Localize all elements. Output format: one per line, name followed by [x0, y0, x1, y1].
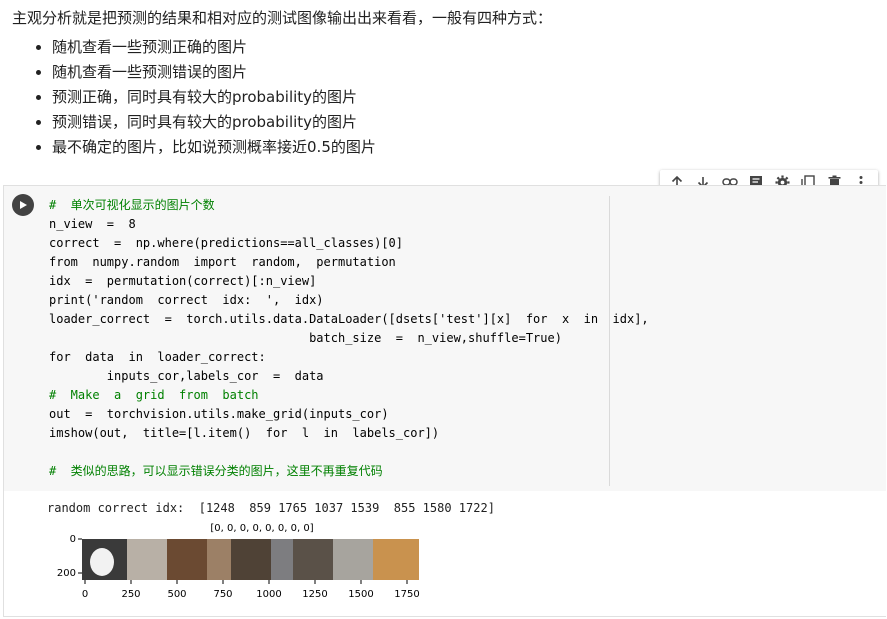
image-strip	[82, 539, 419, 580]
plot-title: [0, 0, 0, 0, 0, 0, 0, 0]	[210, 523, 313, 534]
x-tick-label: 0	[82, 589, 88, 600]
y-tick-label: 200	[57, 568, 76, 579]
code-cell: # 单次可视化显示的图片个数 n_view = 8 correct = np.w…	[3, 185, 886, 617]
play-icon	[20, 201, 27, 209]
list-item: 随机查看一些预测正确的图片	[52, 35, 872, 60]
x-tick-label: 500	[167, 589, 186, 600]
x-tick-label: 750	[213, 589, 232, 600]
markdown-cell: 主观分析就是把预测的结果和相对应的测试图像输出出来看看，一般有四种方式： 随机查…	[12, 6, 872, 160]
code-text: # 单次可视化显示的图片个数 n_view = 8 correct = np.w…	[49, 196, 649, 481]
cell-output: random correct idx: [1248 859 1765 1037 …	[4, 491, 886, 615]
code-line: for data in loader_correct:	[49, 350, 266, 364]
code-line: loader_correct = torch.utils.data.DataLo…	[49, 312, 649, 326]
code-line: n_view = 8	[49, 217, 136, 231]
image-grid-plot: [0, 0, 0, 0, 0, 0, 0, 0] 0 200 0 250 500…	[57, 523, 420, 600]
code-line: correct = np.where(predictions==all_clas…	[49, 236, 404, 250]
code-line: # Make a grid from batch	[49, 388, 259, 402]
list-item: 最不确定的图片，比如说预测概率接近0.5的图片	[52, 135, 872, 160]
thumbnail-dog	[127, 539, 167, 580]
code-line: # 类似的思路，可以显示错误分类的图片，这里不再重复代码	[49, 464, 383, 478]
code-editor[interactable]: # 单次可视化显示的图片个数 n_view = 8 correct = np.w…	[44, 186, 886, 491]
method-list: 随机查看一些预测正确的图片 随机查看一些预测错误的图片 预测正确，同时具有较大的…	[12, 35, 872, 160]
code-line: print('random correct idx: ', idx)	[49, 293, 324, 307]
code-line: out = torchvision.utils.make_grid(inputs…	[49, 407, 389, 421]
code-line: from numpy.random import random, permuta…	[49, 255, 396, 269]
thumbnail-dog	[333, 539, 373, 580]
thumbnail-dog	[293, 539, 333, 580]
list-item: 预测正确，同时具有较大的probability的图片	[52, 85, 872, 110]
x-tick-label: 1250	[302, 589, 327, 600]
x-axis: 0 250 500 750 1000 1250 1500 1750	[82, 580, 420, 600]
thumbnail-dog-face	[90, 548, 114, 576]
x-tick-label: 250	[121, 589, 140, 600]
code-line: imshow(out, title=[l.item() for l in lab…	[49, 426, 440, 440]
thumbnail-dog	[271, 539, 293, 580]
output-text: random correct idx: [1248 859 1765 1037 …	[47, 501, 495, 515]
thumbnail-dog	[373, 539, 419, 580]
code-line: idx = permutation(correct)[:n_view]	[49, 274, 317, 288]
list-item: 预测错误，同时具有较大的probability的图片	[52, 110, 872, 135]
x-tick-label: 1000	[256, 589, 281, 600]
intro-text: 主观分析就是把预测的结果和相对应的测试图像输出出来看看，一般有四种方式：	[12, 9, 553, 27]
code-line: batch_size = n_view,shuffle=True)	[49, 331, 562, 345]
code-line: # 单次可视化显示的图片个数	[49, 198, 215, 212]
y-tick-label: 0	[70, 534, 76, 545]
code-line: inputs_cor,labels_cor = data	[49, 369, 324, 383]
y-axis: 0 200	[57, 534, 82, 579]
thumbnail-dog	[207, 539, 231, 580]
thumbnail-dog	[167, 539, 207, 580]
cell-gutter	[4, 186, 44, 491]
thumbnail-dog	[231, 539, 271, 580]
run-cell-button[interactable]	[12, 194, 34, 216]
list-item: 随机查看一些预测错误的图片	[52, 60, 872, 85]
x-tick-label: 1750	[394, 589, 419, 600]
x-tick-label: 1500	[348, 589, 373, 600]
